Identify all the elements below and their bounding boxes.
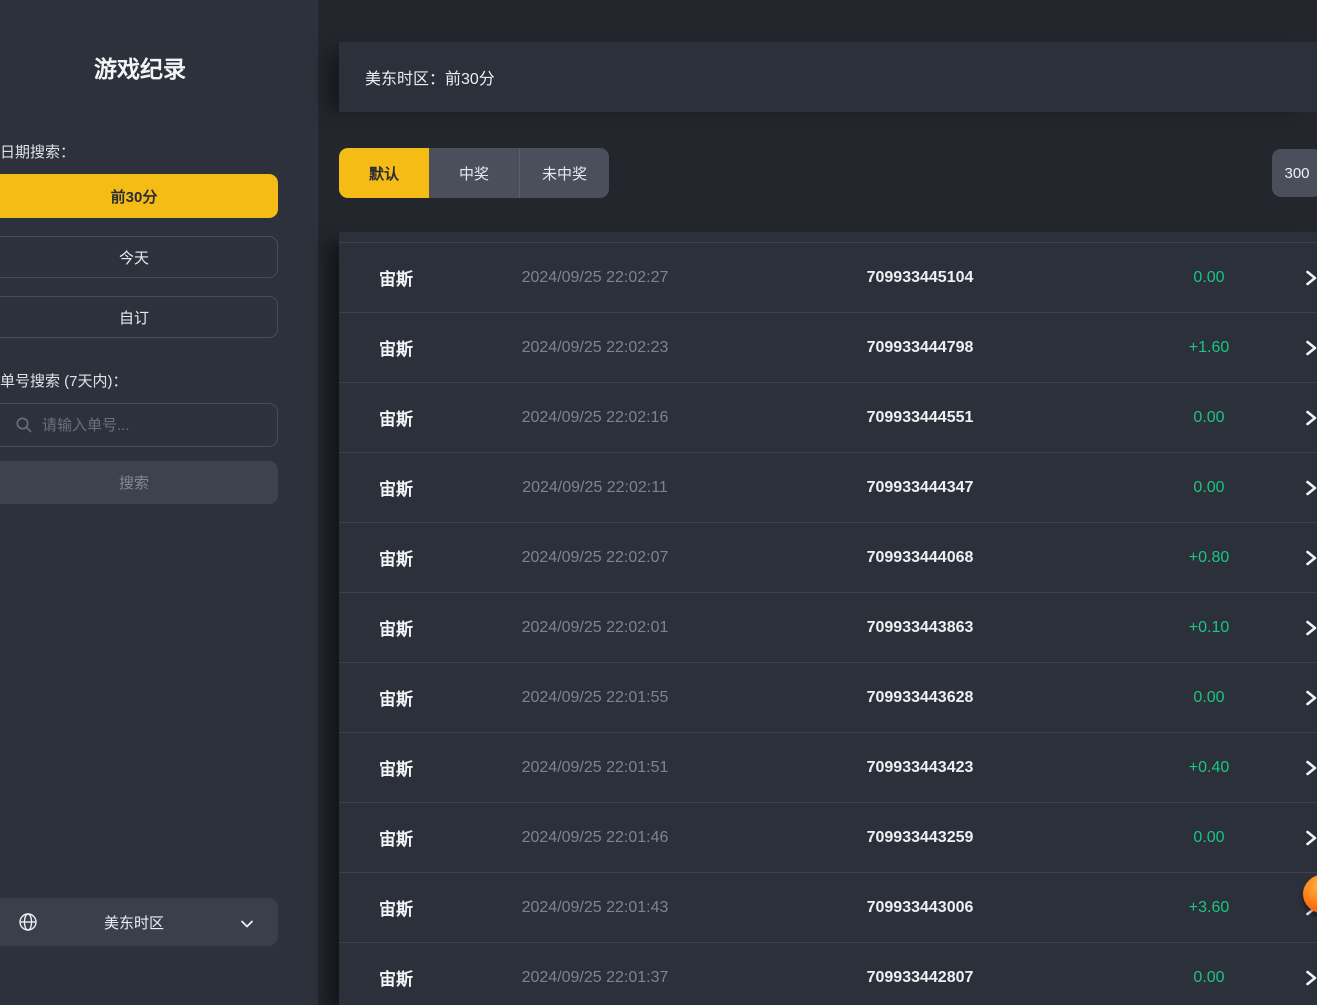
game-name-cell: 宙斯 — [339, 335, 479, 360]
amount-cell: +3.60 — [1129, 899, 1289, 917]
game-name-cell: 宙斯 — [339, 965, 479, 990]
amount-cell: 0.00 — [1129, 479, 1289, 497]
table-row[interactable]: 宙斯 2024/09/25 22:01:55 709933443628 0.00 — [339, 662, 1317, 732]
timezone-filter-banner: 美东时区：前30分 — [339, 42, 1317, 112]
amount-cell: +0.40 — [1129, 759, 1289, 777]
search-icon — [15, 416, 33, 434]
game-name-cell: 宙斯 — [339, 755, 479, 780]
order-number-cell: 709933443628 — [711, 689, 1129, 707]
tab-default[interactable]: 默认 — [339, 148, 429, 198]
table-row[interactable]: 宙斯 2024/09/25 22:02:27 709933445104 0.00 — [339, 242, 1317, 312]
chevron-right-icon — [1302, 969, 1317, 992]
main-content: 美东时区：前30分 默认 中奖 未中奖 300 宙斯 2024/09/25 22… — [318, 0, 1317, 1005]
table-row[interactable]: 宙斯 2024/09/25 22:01:37 709933442807 0.00 — [339, 942, 1317, 1005]
order-number-cell: 709933443863 — [711, 619, 1129, 637]
tab-win[interactable]: 中奖 — [429, 148, 519, 198]
timestamp-cell: 2024/09/25 22:02:01 — [479, 619, 711, 637]
game-name-cell: 宙斯 — [339, 475, 479, 500]
chevron-right-icon — [1302, 339, 1317, 362]
game-name-cell: 宙斯 — [339, 405, 479, 430]
order-number-cell: 709933443006 — [711, 899, 1129, 917]
order-number-cell: 709933442807 — [711, 969, 1129, 987]
chevron-down-icon — [240, 916, 254, 934]
amount-cell: +1.60 — [1129, 339, 1289, 357]
table-row[interactable]: 宙斯 2024/09/25 22:02:16 709933444551 0.00 — [339, 382, 1317, 452]
timestamp-cell: 2024/09/25 22:01:43 — [479, 899, 711, 917]
records-table: 宙斯 2024/09/25 22:02:27 709933445104 0.00… — [339, 232, 1317, 1005]
order-number-cell: 709933444347 — [711, 479, 1129, 497]
game-name-cell: 宙斯 — [339, 825, 479, 850]
timezone-selector[interactable]: 美东时区 — [0, 898, 278, 946]
timezone-filter-text: 美东时区：前30分 — [365, 65, 495, 89]
game-name-cell: 宙斯 — [339, 265, 479, 290]
timestamp-cell: 2024/09/25 22:01:37 — [479, 969, 711, 987]
order-number-cell: 709933443259 — [711, 829, 1129, 847]
timezone-label: 美东时区 — [0, 912, 278, 933]
chevron-right-icon — [1302, 689, 1317, 712]
filter-custom-button[interactable]: 自订 — [0, 296, 278, 338]
table-row[interactable]: 宙斯 2024/09/25 22:01:46 709933443259 0.00 — [339, 802, 1317, 872]
amount-cell: 0.00 — [1129, 829, 1289, 847]
timestamp-cell: 2024/09/25 22:02:07 — [479, 549, 711, 567]
search-button[interactable]: 搜索 — [0, 461, 278, 504]
timestamp-cell: 2024/09/25 22:01:46 — [479, 829, 711, 847]
order-search-input[interactable] — [42, 417, 242, 434]
tab-no-win[interactable]: 未中奖 — [519, 148, 609, 198]
timestamp-cell: 2024/09/25 22:01:55 — [479, 689, 711, 707]
table-row[interactable]: 宙斯 2024/09/25 22:02:23 709933444798 +1.6… — [339, 312, 1317, 382]
order-number-cell: 709933443423 — [711, 759, 1129, 777]
table-row[interactable]: 宙斯 2024/09/25 22:01:43 709933443006 +3.6… — [339, 872, 1317, 942]
game-name-cell: 宙斯 — [339, 615, 479, 640]
filter-last30min-button[interactable]: 前30分 — [0, 174, 278, 218]
game-name-cell: 宙斯 — [339, 685, 479, 710]
page-size-button[interactable]: 300 — [1272, 149, 1317, 197]
date-search-label: 日期搜索： — [0, 141, 75, 162]
chevron-right-icon — [1302, 549, 1317, 572]
amount-cell: 0.00 — [1129, 409, 1289, 427]
table-row-partial — [339, 232, 1317, 242]
records-list: 宙斯 2024/09/25 22:02:27 709933445104 0.00… — [339, 242, 1317, 1005]
chevron-right-icon — [1302, 619, 1317, 642]
game-records-page: { "colors": { "accent_yellow": "#f6bc16"… — [0, 0, 1317, 1005]
order-search-field[interactable] — [0, 403, 278, 447]
page-title: 游戏纪录 — [0, 50, 280, 84]
timestamp-cell: 2024/09/25 22:02:23 — [479, 339, 711, 357]
chevron-right-icon — [1302, 409, 1317, 432]
filter-today-button[interactable]: 今天 — [0, 236, 278, 278]
table-row[interactable]: 宙斯 2024/09/25 22:02:07 709933444068 +0.8… — [339, 522, 1317, 592]
order-number-cell: 709933444551 — [711, 409, 1129, 427]
chevron-right-icon — [1302, 759, 1317, 782]
timestamp-cell: 2024/09/25 22:01:51 — [479, 759, 711, 777]
order-search-label: 单号搜索 (7天内)： — [0, 370, 128, 391]
amount-cell: +0.10 — [1129, 619, 1289, 637]
order-number-cell: 709933444798 — [711, 339, 1129, 357]
timestamp-cell: 2024/09/25 22:02:27 — [479, 269, 711, 287]
game-name-cell: 宙斯 — [339, 895, 479, 920]
order-number-cell: 709933444068 — [711, 549, 1129, 567]
amount-cell: +0.80 — [1129, 549, 1289, 567]
result-filter-tabs: 默认 中奖 未中奖 — [339, 148, 609, 198]
amount-cell: 0.00 — [1129, 969, 1289, 987]
amount-cell: 0.00 — [1129, 269, 1289, 287]
table-row[interactable]: 宙斯 2024/09/25 22:01:51 709933443423 +0.4… — [339, 732, 1317, 802]
sidebar: 游戏纪录 日期搜索： 前30分 今天 自订 单号搜索 (7天内)： 搜索 美东时… — [0, 0, 318, 1005]
game-name-cell: 宙斯 — [339, 545, 479, 570]
table-row[interactable]: 宙斯 2024/09/25 22:02:11 709933444347 0.00 — [339, 452, 1317, 522]
chevron-right-icon — [1302, 829, 1317, 852]
chevron-right-icon — [1302, 269, 1317, 292]
chevron-right-icon — [1302, 479, 1317, 502]
timestamp-cell: 2024/09/25 22:02:16 — [479, 409, 711, 427]
timestamp-cell: 2024/09/25 22:02:11 — [479, 479, 711, 497]
order-number-cell: 709933445104 — [711, 269, 1129, 287]
table-row[interactable]: 宙斯 2024/09/25 22:02:01 709933443863 +0.1… — [339, 592, 1317, 662]
amount-cell: 0.00 — [1129, 689, 1289, 707]
